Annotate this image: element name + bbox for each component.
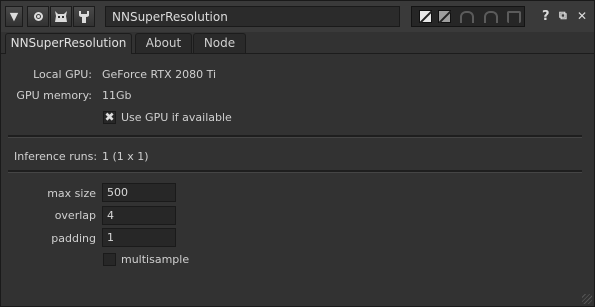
tab-nnsuperresolution[interactable]: NNSuperResolution (5, 33, 132, 54)
inference-runs-value: 1 (1 x 1) (102, 150, 149, 163)
tab-bar: NNSuperResolution About Node (1, 33, 594, 54)
circle-dot-icon (33, 12, 43, 21)
tab-node[interactable]: Node (193, 33, 246, 53)
resize-grip[interactable] (582, 294, 592, 304)
wrench-button[interactable] (73, 6, 95, 27)
inference-runs-label: Inference runs: (14, 150, 98, 163)
color-swatch-1[interactable] (419, 10, 433, 24)
viewer-button[interactable] (27, 6, 49, 27)
gpu-memory-label: GPU memory: (16, 89, 92, 102)
node-name-field[interactable]: NNSuperResolution (105, 6, 400, 27)
color-swatch-2[interactable] (438, 10, 452, 24)
checkmark-icon: ✖ (104, 110, 115, 124)
redo-icon[interactable] (484, 11, 498, 23)
undo-icon[interactable] (460, 11, 474, 23)
wrench-icon (79, 10, 89, 23)
collapse-button[interactable]: ▼ (5, 6, 23, 27)
gpu-memory-value: 11Gb (102, 89, 132, 102)
local-gpu-value: GeForce RTX 2080 Ti (102, 68, 217, 81)
state-button-group (411, 6, 525, 27)
monster-button[interactable] (50, 6, 72, 27)
tab-about[interactable]: About (135, 33, 192, 53)
local-gpu-label: Local GPU: (33, 68, 92, 81)
use-gpu-label: Use GPU if available (121, 111, 232, 124)
help-icon[interactable]: ? (542, 9, 550, 24)
multisample-checkbox[interactable] (103, 253, 116, 266)
divider (8, 135, 582, 138)
overlap-input[interactable]: 4 (102, 206, 176, 225)
triangle-down-icon: ▼ (9, 10, 19, 23)
panel-toolbar: ▼ NNSuperResolution ? ⧉ ✕ (1, 1, 594, 32)
max-size-label: max size (47, 187, 96, 200)
close-icon[interactable]: ✕ (577, 9, 587, 23)
float-icon[interactable]: ⧉ (559, 9, 567, 23)
padding-label: padding (51, 232, 96, 245)
padding-input[interactable]: 1 (102, 228, 176, 247)
overlap-label: overlap (54, 209, 96, 222)
use-gpu-checkbox[interactable]: ✖ (103, 111, 116, 124)
revert-icon[interactable] (507, 11, 521, 23)
multisample-label: multisample (121, 253, 190, 266)
properties-panel: ▼ NNSuperResolution ? ⧉ ✕ NNSuperResolut… (0, 0, 595, 307)
monster-icon (55, 11, 67, 22)
max-size-input[interactable]: 500 (102, 183, 176, 202)
divider (8, 170, 582, 173)
